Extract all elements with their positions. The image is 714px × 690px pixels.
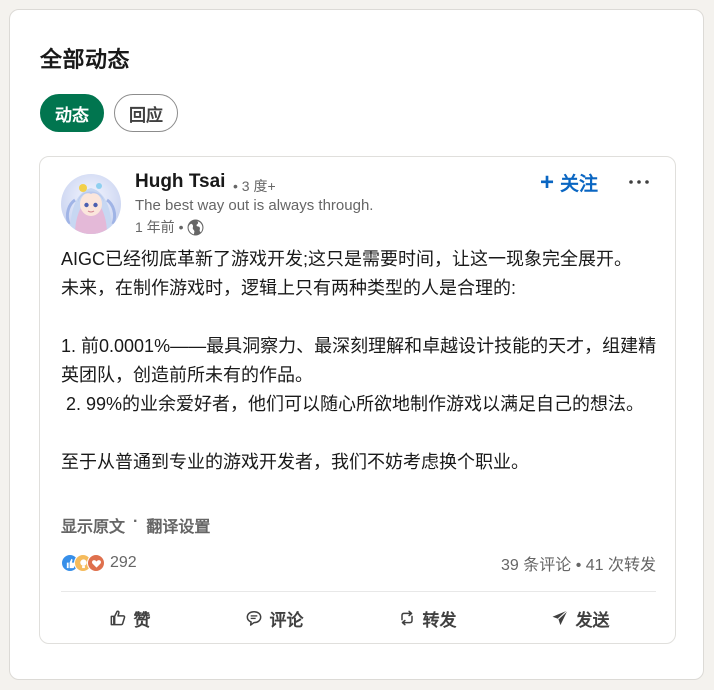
love-icon xyxy=(87,554,105,572)
reactions-summary[interactable]: 292 xyxy=(61,554,137,572)
translation-controls: 显示原文 · 翻译设置 xyxy=(61,513,210,537)
post-line: 至于从普通到专业的游戏开发者，我们不妨考虑换个职业。 xyxy=(61,452,529,472)
translation-settings-link[interactable]: 翻译设置 xyxy=(146,513,210,537)
globe-icon xyxy=(187,219,204,236)
comment-label: 评论 xyxy=(269,610,304,630)
comment-button[interactable]: 评论 xyxy=(232,602,316,635)
plus-icon: + xyxy=(540,168,555,196)
post-line-blank xyxy=(61,419,661,448)
follow-label: 关注 xyxy=(560,174,599,195)
separator: · xyxy=(133,513,139,530)
author-headline: The best way out is always through. xyxy=(135,197,374,214)
post-line: AIGC已经彻底革新了游戏开发;这只是需要时间，让这一现象完全展开。 xyxy=(61,249,633,269)
post-line: 2. 99%的业余爱好者，他们可以随心所欲地制作游戏以满足自己的想法。 xyxy=(61,394,645,414)
post-body: AIGC已经彻底革新了游戏开发;这只是需要时间，让这一现象完全展开。 未来，在制… xyxy=(61,245,661,477)
tab-replies[interactable]: 回应 xyxy=(114,94,178,132)
reaction-count: 292 xyxy=(110,554,137,571)
post-time: 1 年前 • xyxy=(135,219,184,235)
like-label: 赞 xyxy=(133,610,151,630)
post-line-blank xyxy=(61,303,661,332)
post-line: 未来，在制作游戏时，逻辑上只有两种类型的人是合理的: xyxy=(61,278,516,298)
activity-card: 全部动态 动态 回应 Hugh Tsai • 3 度+ The best way… xyxy=(9,9,704,680)
section-title: 全部动态 xyxy=(40,47,131,72)
more-icon xyxy=(629,180,649,184)
author-name[interactable]: Hugh Tsai xyxy=(135,171,225,193)
post-meta: 1 年前 • xyxy=(135,217,204,237)
social-counts: 292 39 条评论 • 41 次转发 xyxy=(61,551,656,575)
send-label: 发送 xyxy=(575,610,610,630)
post-line: 1. 前0.0001%——最具洞察力、最深刻理解和卓越设计技能的天才，组建精英团… xyxy=(61,336,657,385)
activity-tabs: 动态 回应 xyxy=(40,94,178,132)
follow-button[interactable]: + 关注 xyxy=(540,169,598,196)
send-button[interactable]: 发送 xyxy=(538,602,622,635)
avatar[interactable] xyxy=(61,174,121,234)
comment-repost-stats[interactable]: 39 条评论 • 41 次转发 xyxy=(501,551,656,575)
thumbs-up-icon xyxy=(110,610,125,626)
tab-posts[interactable]: 动态 xyxy=(40,94,104,132)
post-card: Hugh Tsai • 3 度+ The best way out is alw… xyxy=(39,156,676,644)
connection-degree: • 3 度+ xyxy=(233,178,276,194)
more-options-button[interactable] xyxy=(624,167,654,197)
show-original-link[interactable]: 显示原文 xyxy=(61,513,125,537)
comment-icon xyxy=(246,611,261,626)
post-actions: 赞 评论 转发 发送 xyxy=(61,601,656,635)
divider xyxy=(61,591,656,592)
repost-label: 转发 xyxy=(422,610,457,630)
send-icon xyxy=(552,610,568,626)
like-button[interactable]: 赞 xyxy=(96,602,163,635)
repost-button[interactable]: 转发 xyxy=(385,602,469,635)
repost-icon xyxy=(400,610,413,626)
